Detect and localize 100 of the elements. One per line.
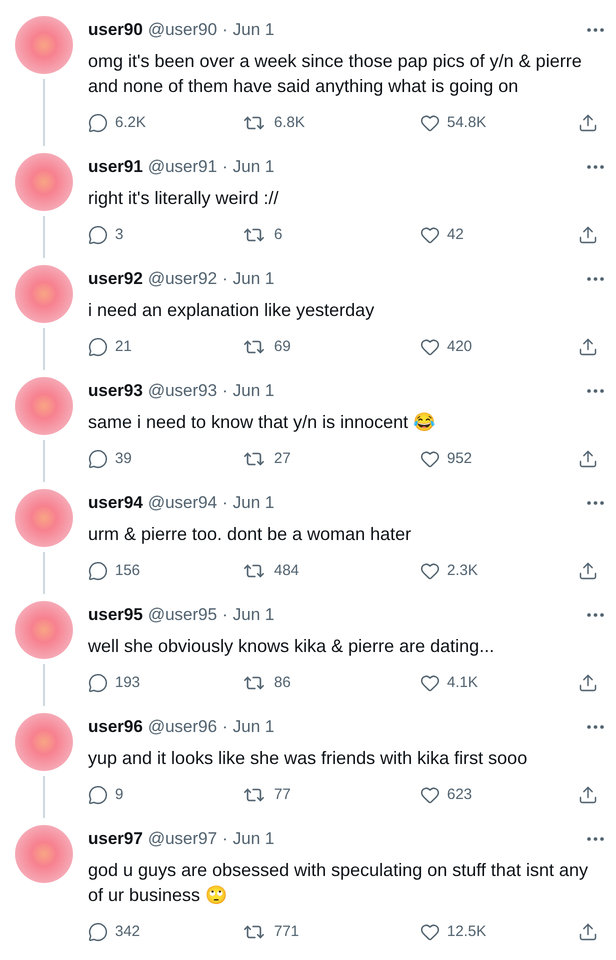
like-icon (420, 225, 440, 245)
user-handle[interactable]: @user93 (148, 380, 218, 402)
separator: · (222, 19, 228, 41)
share-button[interactable] (578, 337, 598, 357)
share-icon (578, 113, 598, 133)
retweet-button[interactable]: 771 (243, 920, 420, 944)
user-handle[interactable]: @user92 (148, 268, 218, 290)
user-name[interactable]: user91 (88, 156, 143, 178)
tweet-date[interactable]: Jun 1 (232, 604, 274, 626)
reply-button[interactable]: 342 (88, 920, 243, 944)
reply-button[interactable]: 39 (88, 448, 243, 470)
retweet-button[interactable]: 6.8K (243, 112, 420, 134)
retweet-button[interactable]: 484 (243, 560, 420, 582)
separator: · (222, 604, 228, 626)
like-button[interactable]: 623 (420, 784, 472, 806)
like-button[interactable]: 54.8K (420, 112, 486, 134)
like-icon (420, 561, 440, 581)
separator: · (222, 716, 228, 738)
reply-button[interactable]: 156 (88, 560, 243, 582)
reply-button[interactable]: 3 (88, 224, 243, 246)
tweet-text: same i need to know that y/n is innocent 😂 (88, 411, 436, 434)
tweet-text: well she obviously knows kika & pierre are dating... (88, 635, 496, 658)
reply-button[interactable]: 6.2K (88, 112, 243, 134)
user-name[interactable]: user95 (88, 604, 143, 626)
user-handle[interactable]: @user94 (148, 492, 218, 514)
like-icon (420, 449, 440, 469)
like-icon (420, 113, 440, 133)
user-handle[interactable]: @user95 (148, 604, 218, 626)
user-name[interactable]: user93 (88, 380, 143, 402)
separator: · (222, 828, 228, 850)
reply-icon (88, 785, 108, 805)
like-icon (420, 922, 440, 942)
share-button[interactable] (578, 225, 598, 245)
tweet-date[interactable]: Jun 1 (232, 19, 274, 41)
tweet-date[interactable]: Jun 1 (232, 828, 274, 850)
more-icon (586, 28, 604, 32)
tweet-date[interactable]: Jun 1 (232, 716, 274, 738)
like-button[interactable]: 12.5K (420, 920, 486, 944)
reply-button[interactable]: 9 (88, 784, 243, 806)
user-handle[interactable]: @user96 (148, 716, 218, 738)
tweet-text: yup and it looks like she was friends with kika first sooo (88, 747, 528, 770)
tweet-text: urm & pierre too. dont be a woman hater (88, 523, 412, 546)
retweet-button[interactable]: 77 (243, 784, 420, 806)
more-icon (586, 501, 604, 505)
retweet-button[interactable]: 69 (243, 336, 420, 358)
like-icon (420, 337, 440, 357)
share-button[interactable] (578, 449, 598, 469)
like-button[interactable]: 4.1K (420, 672, 478, 694)
like-icon (420, 785, 440, 805)
retweet-button[interactable]: 27 (243, 448, 420, 470)
user-name[interactable]: user96 (88, 716, 143, 738)
retweet-button[interactable]: 86 (243, 672, 420, 694)
share-icon (578, 785, 598, 805)
like-button[interactable]: 2.3K (420, 560, 478, 582)
tweet-date[interactable]: Jun 1 (232, 268, 274, 290)
tweet-date[interactable]: Jun 1 (232, 380, 274, 402)
user-name[interactable]: user94 (88, 492, 143, 514)
tweet-text: right it's literally weird :// (88, 187, 280, 210)
user-name[interactable]: user92 (88, 268, 143, 290)
user-handle[interactable]: @user97 (148, 828, 218, 850)
reply-button[interactable]: 21 (88, 336, 243, 358)
retweet-button[interactable]: 6 (243, 224, 420, 246)
tweet-text: omg it's been over a week since those pap pics of y/n & pierre and none of them have said anything what is going on (88, 50, 583, 98)
share-icon (578, 225, 598, 245)
like-button[interactable]: 42 (420, 224, 464, 246)
user-handle[interactable]: @user90 (148, 19, 218, 41)
reply-icon (88, 561, 108, 581)
share-icon (578, 337, 598, 357)
share-button[interactable] (578, 922, 598, 942)
share-button[interactable] (578, 785, 598, 805)
tweet-text: god u guys are obsessed with speculating on stuff that isnt any of ur business 🙄 (88, 859, 589, 907)
more-icon (586, 389, 604, 393)
share-icon (578, 922, 598, 942)
share-button[interactable] (578, 673, 598, 693)
reply-icon (88, 673, 108, 693)
separator: · (222, 156, 228, 178)
reply-icon (88, 225, 108, 245)
like-icon (420, 673, 440, 693)
user-handle[interactable]: @user91 (148, 156, 218, 178)
share-button[interactable] (578, 113, 598, 133)
separator: · (222, 492, 228, 514)
share-icon (578, 449, 598, 469)
more-icon (586, 613, 604, 617)
reply-button[interactable]: 193 (88, 672, 243, 694)
reply-icon (88, 449, 108, 469)
user-name[interactable]: user90 (88, 19, 143, 41)
tweet-date[interactable]: Jun 1 (232, 492, 274, 514)
like-button[interactable]: 420 (420, 336, 472, 358)
share-icon (578, 673, 598, 693)
more-icon (586, 837, 604, 841)
more-icon (586, 165, 604, 169)
reply-icon (88, 922, 108, 942)
reply-icon (88, 337, 108, 357)
share-button[interactable] (578, 561, 598, 581)
more-icon (586, 725, 604, 729)
user-name[interactable]: user97 (88, 828, 143, 850)
separator: · (222, 380, 228, 402)
like-button[interactable]: 952 (420, 448, 472, 470)
share-icon (578, 561, 598, 581)
tweet-date[interactable]: Jun 1 (232, 156, 274, 178)
